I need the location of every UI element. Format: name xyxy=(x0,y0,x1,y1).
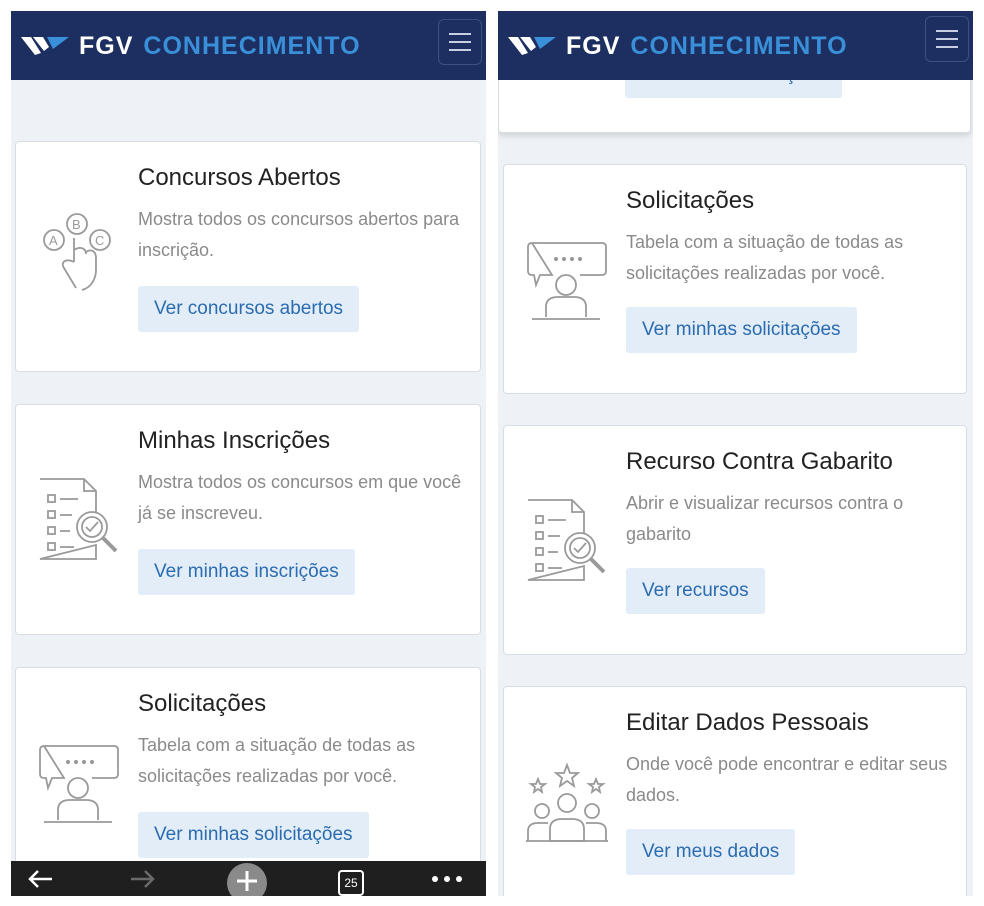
site-header: FGV CONHECIMENTO xyxy=(498,11,973,80)
ver-minhas-solicitacoes-button[interactable]: Ver minhas solicitações xyxy=(138,812,369,858)
group-stars-icon xyxy=(526,762,608,842)
card-title: Recurso Contra Gabarito xyxy=(626,448,893,475)
ver-meus-dados-button[interactable]: Ver meus dados xyxy=(626,829,796,875)
card-description: Tabela com a situação de todas as solici… xyxy=(138,735,416,786)
card-title: Solicitações xyxy=(138,690,267,717)
ver-recursos-button[interactable]: Ver recursos xyxy=(626,568,765,614)
right-screenshot-pane: Ver minhas inscrições FGV CONHECIMENTO S… xyxy=(498,11,973,896)
left-screenshot-pane: FGV CONHECIMENTO A B C Concursos Abertos… xyxy=(11,11,486,896)
arrow-left-icon[interactable] xyxy=(23,861,57,896)
logo-brand-text: FGV xyxy=(566,31,621,60)
hamburger-menu-icon[interactable] xyxy=(925,16,969,62)
card-description: Mostra todos os concursos em que você já… xyxy=(138,472,462,523)
card-minhas-inscricoes: Minhas Inscrições Mostra todos os concur… xyxy=(15,404,481,635)
fgv-logo-mark-icon xyxy=(21,37,69,55)
ver-concursos-abertos-button[interactable]: Ver concursos abertos xyxy=(138,286,360,332)
svg-text:C: C xyxy=(95,233,104,248)
abc-choice-hand-icon: A B C xyxy=(43,213,111,291)
card-description: Mostra todos os concursos abertos para i… xyxy=(138,209,460,260)
card-description: Onde você pode encontrar e editar seus d… xyxy=(626,754,948,805)
card-title: Concursos Abertos xyxy=(138,164,341,191)
more-dots-icon[interactable] xyxy=(427,861,467,896)
plus-circle-icon[interactable] xyxy=(225,861,269,896)
svg-text:B: B xyxy=(72,217,81,232)
fgv-logo-mark-icon xyxy=(508,37,556,55)
card-title: Minhas Inscrições xyxy=(138,427,331,454)
ver-minhas-inscricoes-button[interactable]: Ver minhas inscrições xyxy=(138,549,355,595)
card-description: Tabela com a situação de todas as solici… xyxy=(626,232,904,283)
logo-brand-text: FGV xyxy=(79,31,134,60)
card-title: Editar Dados Pessoais xyxy=(626,709,869,736)
person-speech-bubble-icon xyxy=(527,242,607,320)
svg-text:A: A xyxy=(49,233,58,248)
person-speech-bubble-icon xyxy=(39,745,119,823)
card-concursos-abertos: A B C Concursos Abertos Mostra todos os … xyxy=(15,141,481,372)
site-header: FGV CONHECIMENTO xyxy=(11,11,486,80)
card-editar-dados-pessoais: Editar Dados Pessoais Onde você pode enc… xyxy=(503,686,967,896)
fgv-logo[interactable]: FGV CONHECIMENTO xyxy=(21,31,361,61)
ver-minhas-solicitacoes-button[interactable]: Ver minhas solicitações xyxy=(626,307,857,353)
card-title: Solicitações xyxy=(626,187,755,214)
tab-count: 25 xyxy=(338,869,364,896)
card-description: Abrir e visualizar recursos contra o gab… xyxy=(626,493,904,544)
document-check-magnifier-icon xyxy=(527,499,606,581)
fgv-logo[interactable]: FGV CONHECIMENTO xyxy=(508,31,848,61)
card-solicitacoes: Solicitações Tabela com a situação de to… xyxy=(503,164,967,394)
browser-toolbar: 25 xyxy=(11,861,486,896)
document-check-magnifier-icon xyxy=(39,478,118,560)
card-recurso-contra-gabarito: Recurso Contra Gabarito Abrir e visualiz… xyxy=(503,425,967,655)
arrow-right-icon[interactable] xyxy=(126,861,160,896)
tab-count-icon[interactable]: 25 xyxy=(336,861,366,896)
logo-product-text: CONHECIMENTO xyxy=(630,31,848,60)
logo-product-text: CONHECIMENTO xyxy=(143,31,361,60)
hamburger-menu-icon[interactable] xyxy=(438,19,482,65)
